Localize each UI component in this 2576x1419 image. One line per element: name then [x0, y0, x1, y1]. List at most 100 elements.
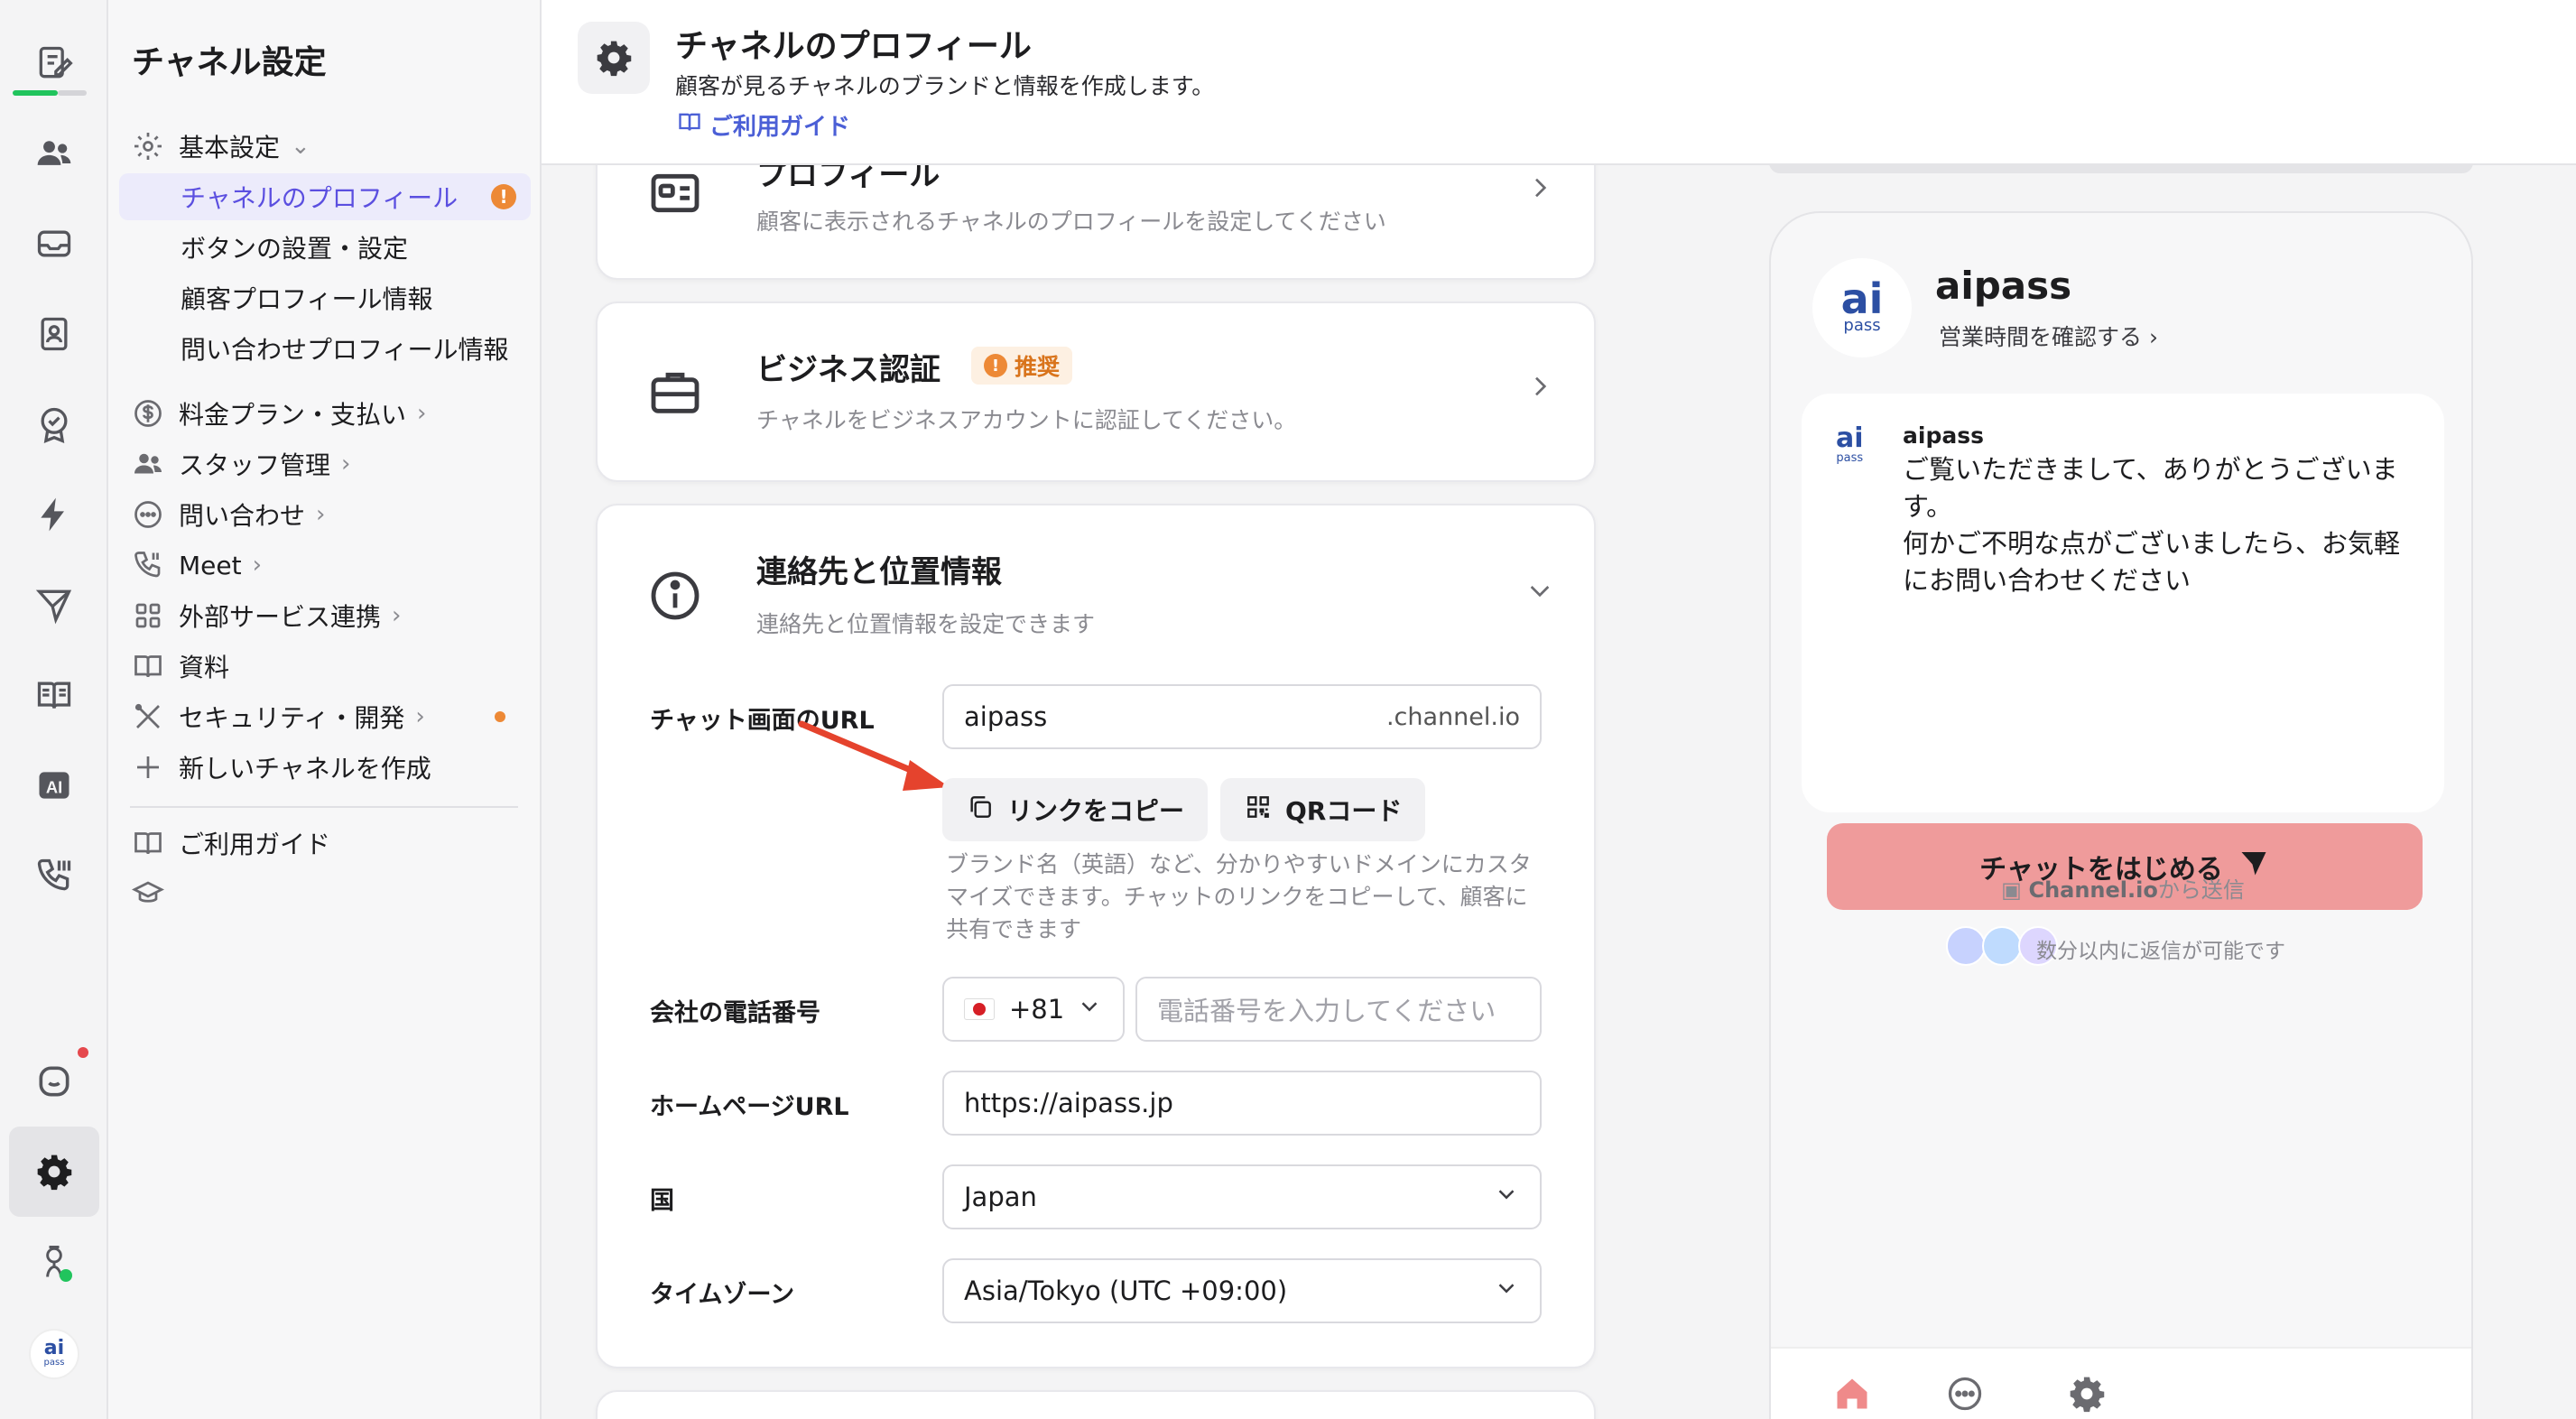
- country-label: 国: [650, 1187, 674, 1215]
- svg-text:AI: AI: [46, 777, 62, 796]
- phone-call-icon: [130, 547, 166, 583]
- badge-check-icon[interactable]: [9, 379, 99, 469]
- sidebar-item-inquiries[interactable]: 問い合わせ ›: [119, 491, 531, 538]
- sidebar-item-academy[interactable]: [119, 870, 531, 917]
- book-icon[interactable]: [9, 650, 99, 740]
- sidebar-item-documents[interactable]: 資料: [119, 643, 531, 690]
- onboarding-progress-track: [58, 90, 87, 96]
- messenger-preview: ai pass aipass 営業時間を確認する › ai pass aipas…: [1769, 211, 2473, 1419]
- business-verification-card[interactable]: ビジネス認証 チャネルをビジネスアカウントに認証してください。: [596, 301, 1596, 482]
- sidebar-item-guide[interactable]: ご利用ガイド: [119, 820, 531, 867]
- user-avatar-icon[interactable]: [9, 1217, 99, 1307]
- chat-bubble-icon: [130, 496, 166, 533]
- sidebar-divider: [130, 806, 518, 808]
- chevron-down-icon: ⌄: [291, 133, 310, 160]
- qr-code-label: QRコード: [1285, 796, 1403, 826]
- guide-link-label: ご利用ガイド: [709, 114, 851, 141]
- settings-icon[interactable]: [2060, 1367, 2114, 1419]
- phone-call-icon[interactable]: [9, 830, 99, 921]
- timezone-value: Asia/Tokyo (UTC +09:00): [964, 1275, 1288, 1306]
- chevron-right-icon: ›: [341, 450, 351, 478]
- country-code-value: +81: [1009, 994, 1065, 1025]
- sidebar-item-basic-settings[interactable]: 基本設定 ⌄: [119, 123, 531, 170]
- page-description: 顧客が見るチャネルのブランドと情報を作成します。: [675, 73, 1215, 99]
- message-sender-name: aipass: [1903, 422, 1984, 449]
- tools-icon: [130, 699, 166, 735]
- homepage-url-value: https://aipass.jp: [964, 1088, 1173, 1118]
- chat-icon[interactable]: [1938, 1367, 1992, 1419]
- page-header: チャネルのプロフィール 顧客が見るチャネルのブランドと情報を作成します。 ご利用…: [542, 0, 2576, 165]
- ai-icon[interactable]: AI: [9, 740, 99, 830]
- sender-avatar: ai pass: [1836, 425, 1864, 466]
- contact-card-title: 連絡先と位置情報: [756, 554, 1002, 590]
- japan-flag-icon: [964, 998, 995, 1020]
- chat-url-input[interactable]: aipass .channel.io: [942, 684, 1542, 749]
- next-card: [596, 1390, 1596, 1419]
- send-icon[interactable]: [9, 560, 99, 650]
- contact-card-description: 連絡先と位置情報を設定できます: [756, 611, 1096, 637]
- sidebar-item-channel-profile[interactable]: チャネルのプロフィール !: [119, 173, 531, 220]
- chevron-right-icon: ›: [252, 552, 262, 579]
- sidebar-item-label: 問い合わせプロフィール情報: [181, 335, 509, 365]
- sidebar-item-inquiry-profile[interactable]: 問い合わせプロフィール情報: [119, 325, 531, 372]
- warning-icon: !: [984, 354, 1007, 377]
- notification-dot: [78, 1047, 88, 1058]
- timezone-select[interactable]: Asia/Tokyo (UTC +09:00): [942, 1258, 1542, 1323]
- phone-number-placeholder: 電話番号を入力してください: [1157, 996, 1496, 1026]
- sidebar-item-integrations[interactable]: 外部サービス連携 ›: [119, 592, 531, 639]
- recommended-badge: ! 推奨: [971, 347, 1073, 385]
- preview-channel-name: aipass: [1935, 264, 2072, 308]
- gear-icon: [578, 22, 650, 94]
- business-hours-link[interactable]: 営業時間を確認する ›: [1939, 320, 2158, 352]
- users-icon[interactable]: [9, 108, 99, 199]
- chevron-down-icon: [1076, 993, 1103, 1026]
- country-select[interactable]: Japan: [942, 1164, 1542, 1229]
- sidebar-item-label: Meet: [179, 550, 242, 580]
- sidebar-item-meet[interactable]: Meet ›: [119, 542, 531, 589]
- chevron-down-icon[interactable]: [1525, 576, 1554, 608]
- homepage-url-input[interactable]: https://aipass.jp: [942, 1071, 1542, 1136]
- sender-avatar-subtext: pass: [1836, 451, 1864, 465]
- sidebar-title: チャネル設定: [132, 44, 327, 81]
- team-avatar: [1982, 926, 2022, 966]
- sidebar-item-label: ご利用ガイド: [179, 830, 331, 859]
- qr-code-button[interactable]: QRコード: [1220, 778, 1426, 841]
- sidebar-item-billing[interactable]: 料金プラン・支払い ›: [119, 390, 531, 437]
- sidebar-item-label: 基本設定: [179, 133, 281, 162]
- recommended-badge-label: 推奨: [1015, 354, 1061, 380]
- sidebar-item-customer-profile[interactable]: 顧客プロフィール情報: [119, 274, 531, 321]
- book-open-icon: [130, 648, 166, 684]
- qr-code-icon: [1244, 793, 1273, 828]
- sidebar-item-button-setup[interactable]: ボタンの設置・設定: [119, 224, 531, 271]
- country-code-select[interactable]: +81: [942, 977, 1125, 1042]
- channel-logo-text: ai: [1840, 274, 1884, 323]
- workspace-logo[interactable]: ai pass: [29, 1329, 79, 1379]
- contact-card-icon[interactable]: [9, 289, 99, 379]
- channel-logo: ai pass: [1812, 258, 1912, 357]
- inbox-icon[interactable]: [9, 199, 99, 289]
- copy-link-label: リンクをコピー: [1007, 796, 1185, 826]
- powered-by: ▣ Channel.ioから送信: [1771, 872, 2471, 904]
- onboarding-progress: [13, 90, 58, 96]
- team-avatar: [1946, 926, 1986, 966]
- guide-link[interactable]: ご利用ガイド: [677, 108, 850, 142]
- briefcase-icon: [646, 363, 704, 424]
- sidebar-item-create-channel[interactable]: 新しいチャネルを作成: [119, 744, 531, 791]
- lightning-icon[interactable]: [9, 469, 99, 560]
- copy-link-button[interactable]: リンクをコピー: [942, 778, 1209, 841]
- sidebar-item-staff[interactable]: スタッフ管理 ›: [119, 441, 531, 487]
- graduation-cap-icon: [130, 876, 166, 912]
- chat-url-help-text: ブランド名（英語）など、分かりやすいドメインにカスタマイズできます。チャットのリ…: [946, 851, 1532, 942]
- timezone-label: タイムゾーン: [650, 1281, 795, 1309]
- reply-time-text: 数分以内に返信が可能です: [2036, 940, 2285, 963]
- home-icon[interactable]: [1825, 1367, 1879, 1419]
- business-card-title: ビジネス認証: [756, 352, 941, 388]
- workspace-logo-subtext: pass: [43, 1358, 65, 1368]
- book-open-icon: [677, 109, 702, 141]
- settings-gear-icon[interactable]: [9, 1127, 99, 1217]
- sidebar-item-security[interactable]: セキュリティ・開発 ›: [119, 693, 531, 740]
- sidebar-item-label: チャネルのプロフィール: [181, 183, 459, 213]
- chevron-right-icon: [1525, 173, 1554, 206]
- chevron-right-icon: ›: [316, 501, 326, 528]
- phone-number-input[interactable]: 電話番号を入力してください: [1135, 977, 1542, 1042]
